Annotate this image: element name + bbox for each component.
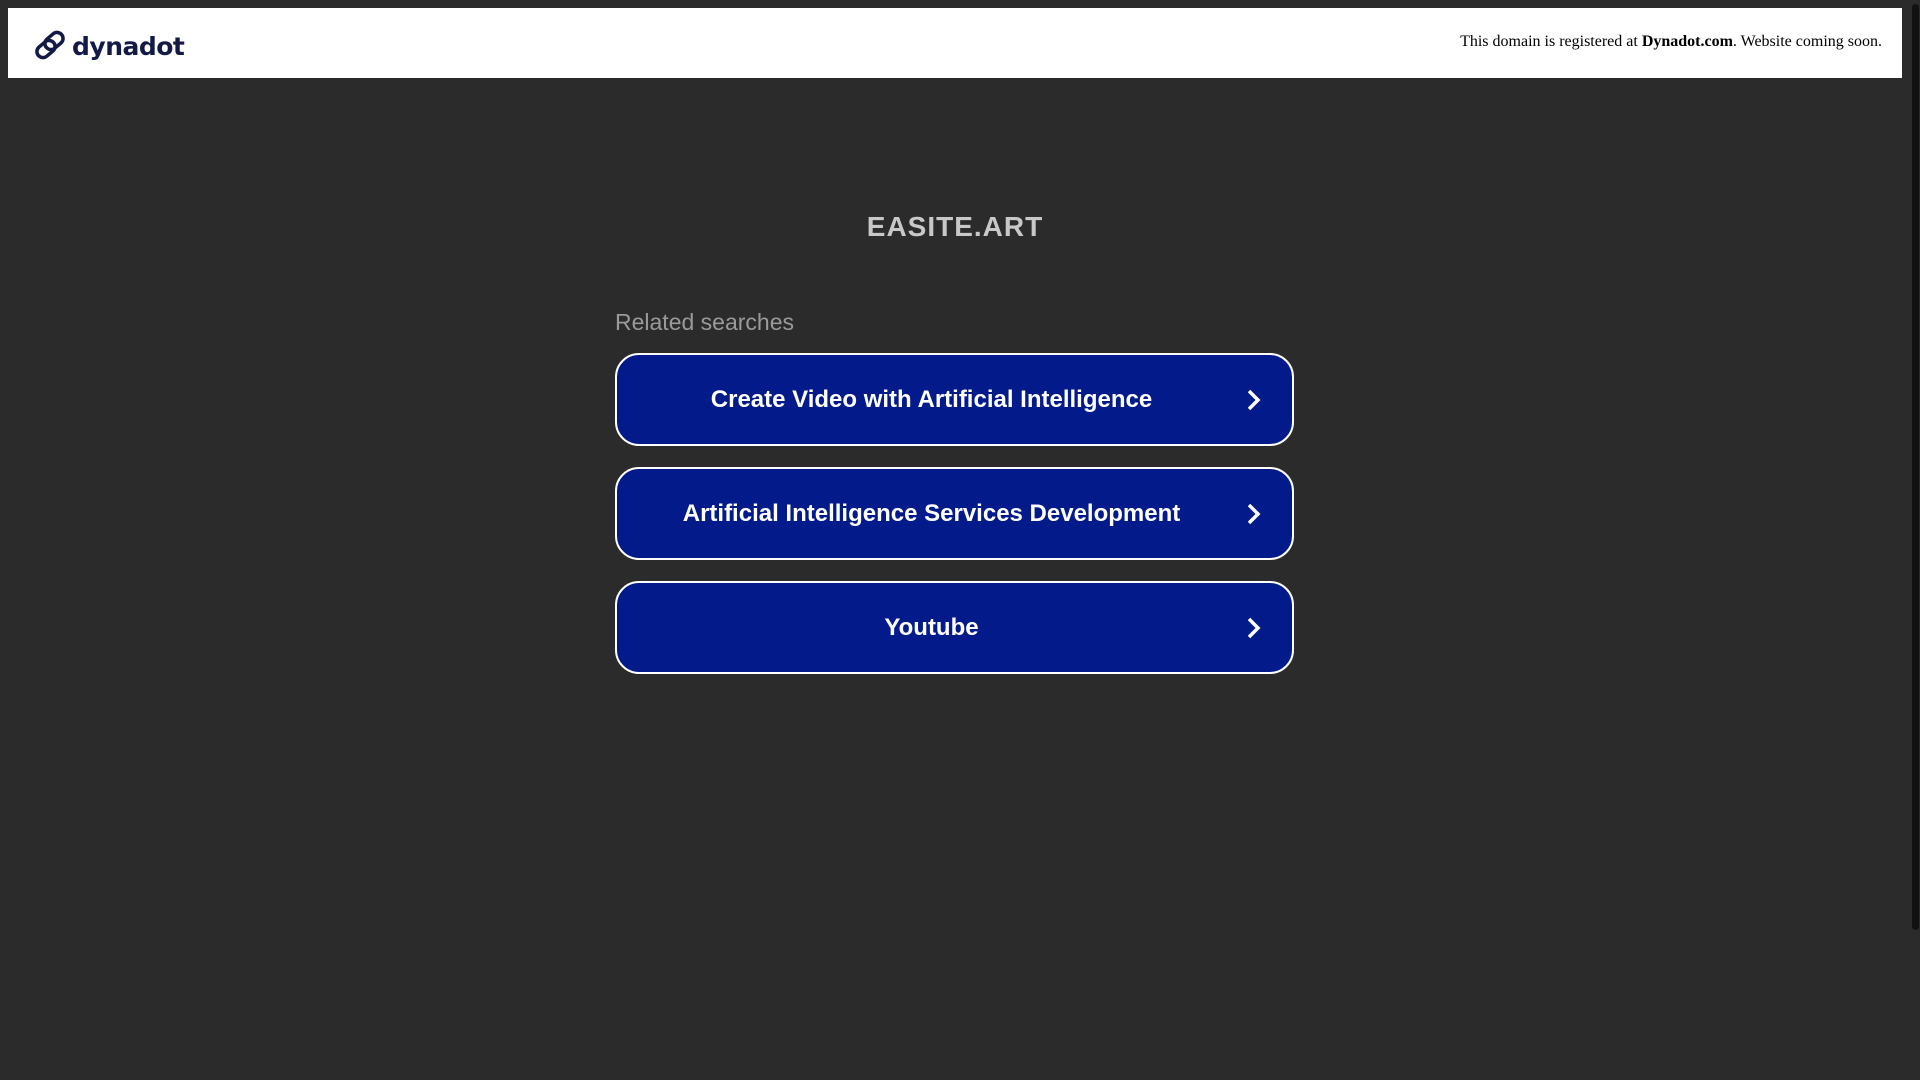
scrollbar[interactable] [1910,0,1920,1080]
related-link-button[interactable]: Create Video with Artificial Intelligenc… [615,353,1294,446]
chain-link-icon [35,30,65,60]
notice-prefix: This domain is registered at [1460,33,1642,50]
registration-notice: This domain is registered at Dynadot.com… [1460,33,1882,51]
chevron-right-icon [1247,389,1261,410]
notice-suffix: . Website coming soon. [1732,33,1882,50]
link-label: Youtube [884,613,979,641]
link-label: Create Video with Artificial Intelligenc… [710,385,1153,413]
domain-title: EASITE.ART [866,211,1044,242]
link-label: Artificial Intelligence Services Develop… [682,499,1181,527]
chevron-right-icon [1247,617,1261,638]
logo-text: dynadot [72,31,185,61]
top-bar: dynadot This domain is registered at Dyn… [8,8,1902,78]
related-link-button[interactable]: Youtube [615,581,1294,674]
registrar-link[interactable]: Dynadot.com [1642,33,1733,50]
scrollbar-thumb[interactable] [1912,4,1919,930]
related-link-button[interactable]: Artificial Intelligence Services Develop… [615,467,1294,560]
chevron-right-icon [1247,503,1261,524]
dynadot-logo[interactable]: dynadot [34,30,185,62]
related-searches-label: Related searches [615,309,794,335]
